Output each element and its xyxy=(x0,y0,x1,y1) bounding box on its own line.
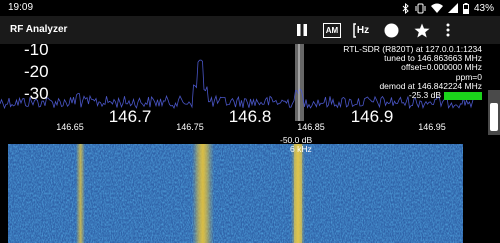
wifi-icon xyxy=(430,3,443,13)
channel-bandwidth-label: 6 kHz xyxy=(290,144,312,154)
pause-button[interactable] xyxy=(291,19,313,41)
overflow-menu-button[interactable] xyxy=(437,19,459,41)
status-bar: 19:09 43% xyxy=(0,0,500,16)
vibrate-icon xyxy=(415,3,426,14)
record-icon xyxy=(384,23,399,38)
frequency-tick-minor: 146.65 xyxy=(56,122,84,132)
db-scale-label: -10 xyxy=(24,44,49,59)
signal-strength-bar xyxy=(444,91,482,100)
frequency-tick-minor: 146.75 xyxy=(176,122,204,132)
waterfall-signal-trace xyxy=(76,144,85,243)
frequency-tick-minor: 146.85 xyxy=(297,122,325,132)
status-time: 19:09 xyxy=(8,2,34,13)
device-info-panel: RTL-SDR (R820T) at 127.0.0.1:1234 tuned … xyxy=(343,44,482,101)
demodulation-am-icon: AM xyxy=(323,22,341,38)
bookmark-star-icon xyxy=(414,23,430,38)
status-icons: 43% xyxy=(402,1,494,15)
db-scale-label: -30 xyxy=(24,84,49,103)
battery-icon xyxy=(462,2,469,14)
frequency-hz-icon: Hz xyxy=(353,22,370,38)
pause-icon xyxy=(296,23,308,37)
frequency-tick-major: 146.7 xyxy=(108,107,152,126)
signal-icon xyxy=(447,3,458,13)
frequency-tick-major: 146.8 xyxy=(228,107,272,126)
waterfall-display[interactable] xyxy=(8,144,463,243)
waterfall-signal-trace xyxy=(195,144,210,243)
frequency-tick-major: 146.9 xyxy=(350,107,394,126)
waterfall-signal-core xyxy=(294,144,302,243)
waterfall-canvas xyxy=(8,144,463,243)
signal-strength-row: -25.3 dB xyxy=(343,90,482,101)
scrollbar-thumb[interactable] xyxy=(490,103,498,131)
app-title: RF Analyzer xyxy=(10,24,68,35)
app-toolbar: RF Analyzer AM Hz xyxy=(0,16,500,44)
frequency-axis: 146.7 146.8 146.9 146.65 146.75 146.85 1… xyxy=(0,105,475,145)
hz-label: Hz xyxy=(356,24,370,36)
record-button[interactable] xyxy=(380,19,402,41)
frequency-tick-minor: 146.95 xyxy=(418,122,446,132)
frequency-input-button[interactable]: Hz xyxy=(350,19,372,41)
db-scale-label: -20 xyxy=(24,62,49,81)
demodulation-am-button[interactable]: AM xyxy=(321,19,343,41)
bookmark-button[interactable] xyxy=(411,19,433,41)
bluetooth-icon xyxy=(402,2,410,14)
overflow-menu-icon xyxy=(446,23,450,37)
am-label: AM xyxy=(325,25,339,35)
signal-strength-value: -25.3 dB xyxy=(408,90,441,101)
battery-percentage: 43% xyxy=(473,2,494,14)
